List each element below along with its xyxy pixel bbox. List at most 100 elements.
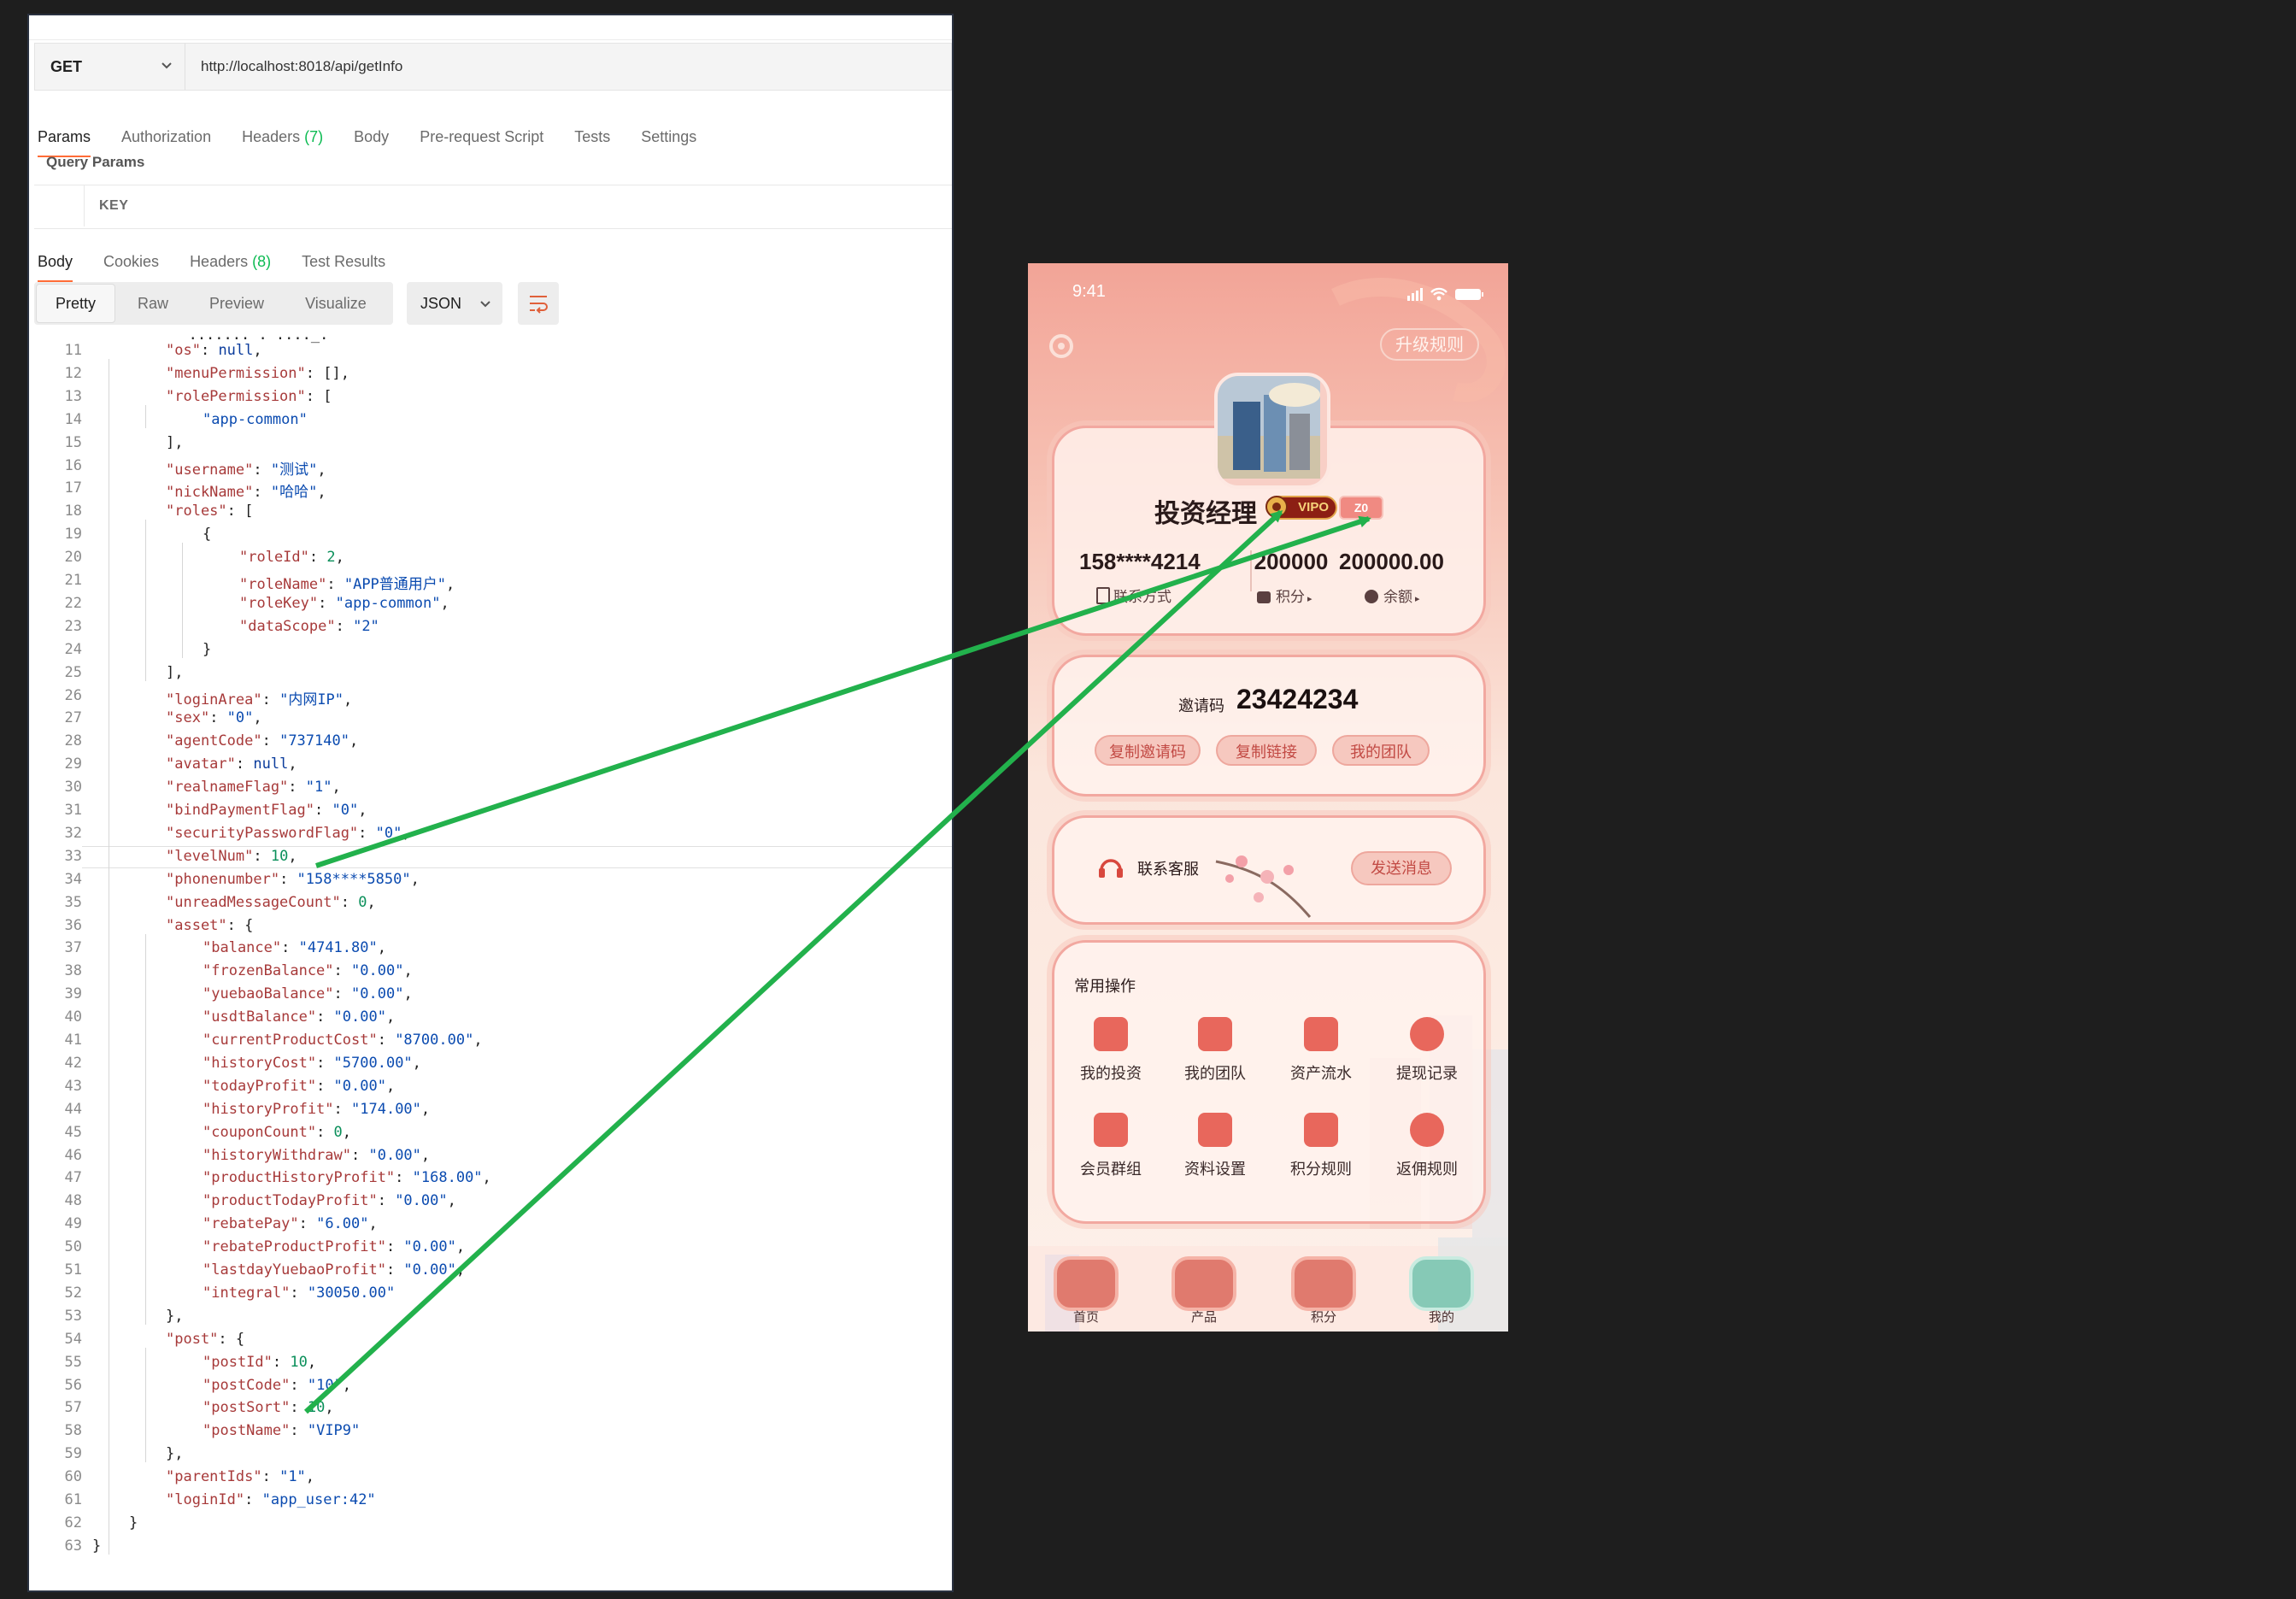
json-punct: : <box>395 1169 413 1187</box>
json-key: "os" <box>166 342 201 359</box>
points-icon[interactable] <box>1291 1256 1356 1311</box>
request-tab-headers[interactable]: Headers (7) <box>226 116 338 157</box>
json-key: "todayProfit" <box>203 1077 317 1095</box>
request-tab-pre-request-script[interactable]: Pre-request Script <box>404 116 559 157</box>
code-line: "agentCode": "737140", <box>166 732 358 750</box>
balance-link[interactable]: 余额 ▸ <box>1365 585 1420 606</box>
request-tab-body[interactable]: Body <box>338 116 404 157</box>
json-value: "0.00" <box>403 1261 456 1279</box>
request-url-bar: GET http://localhost:8018/api/getInfo <box>34 43 952 91</box>
json-key: "securityPasswordFlag" <box>166 824 359 842</box>
json-punct: , <box>332 779 341 797</box>
json-punct: , <box>317 484 326 502</box>
invest-icon <box>1094 1017 1128 1051</box>
op-label[interactable]: 积分规则 <box>1274 1157 1368 1179</box>
request-tab-authorization[interactable]: Authorization <box>106 116 226 157</box>
code-line: "currentProductCost": "8700.00", <box>203 1032 483 1049</box>
json-value: "168.00" <box>412 1169 483 1187</box>
json-value: "APP普通用户" <box>344 576 447 593</box>
json-key: "productTodayProfit" <box>203 1192 378 1210</box>
me-icon[interactable] <box>1409 1256 1474 1311</box>
code-line: "roles": [ <box>166 503 253 520</box>
json-key: "agentCode" <box>166 732 262 750</box>
clipped-line: ....... . ...._. <box>92 326 329 344</box>
view-raw-button[interactable]: Raw <box>117 282 189 325</box>
nav-label[interactable]: 我的 <box>1409 1308 1474 1326</box>
tab-label: Params <box>38 128 91 145</box>
code-line: { <box>203 526 211 543</box>
op-label[interactable]: 提现记录 <box>1380 1061 1474 1084</box>
view-preview-button[interactable]: Preview <box>189 282 285 325</box>
request-tab-params[interactable]: Params <box>29 116 106 157</box>
contact-link[interactable]: 联系方式 <box>1096 585 1171 606</box>
rebate-rules-icon <box>1410 1113 1444 1147</box>
points-link[interactable]: 积分 ▸ <box>1257 585 1312 606</box>
code-line: "postName": "VIP9" <box>203 1422 360 1439</box>
json-key: "lastdayYuebaoProfit" <box>203 1261 386 1279</box>
code-line: "asset": { <box>166 917 253 934</box>
json-value: "0.00" <box>351 962 404 980</box>
line-number: 47 <box>64 1169 82 1187</box>
json-punct: , <box>342 1123 352 1141</box>
view-pretty-button[interactable]: Pretty <box>36 284 116 323</box>
points-label: 积分 <box>1276 589 1305 605</box>
response-tab-headers[interactable]: Headers (8) <box>174 241 286 282</box>
code-line: "rebateProductProfit": "0.00", <box>203 1238 465 1255</box>
code-line: "unreadMessageCount": 0, <box>166 894 376 911</box>
line-number: 39 <box>64 985 82 1003</box>
json-punct: }, <box>166 1445 184 1463</box>
op-label[interactable]: 资料设置 <box>1168 1157 1262 1179</box>
settings-icon[interactable] <box>1047 332 1076 361</box>
wrap-lines-button[interactable] <box>518 282 559 325</box>
json-punct: : <box>290 1376 308 1394</box>
view-visualize-button[interactable]: Visualize <box>285 282 387 325</box>
upgrade-rules-button[interactable]: 升级规则 <box>1380 328 1479 361</box>
copy-link-button[interactable]: 复制链接 <box>1216 735 1317 766</box>
code-line: "nickName": "哈哈", <box>166 479 326 501</box>
json-punct: , <box>288 755 297 773</box>
request-tab-tests[interactable]: Tests <box>559 116 625 157</box>
op-label[interactable]: 返佣规则 <box>1380 1157 1474 1179</box>
code-line: ], <box>166 664 183 681</box>
headset-icon <box>1099 859 1123 878</box>
product-icon[interactable] <box>1171 1256 1236 1311</box>
code-line: "app-common" <box>203 411 308 428</box>
json-key: "balance" <box>203 939 282 957</box>
nav-label[interactable]: 产品 <box>1171 1308 1236 1326</box>
response-tab-test-results[interactable]: Test Results <box>286 241 401 282</box>
request-tab-settings[interactable]: Settings <box>625 116 712 157</box>
json-punct: , <box>473 1032 483 1049</box>
copy-invite-code-button[interactable]: 复制邀请码 <box>1095 735 1201 766</box>
level-badge: Z0 <box>1339 496 1383 520</box>
my-team-button[interactable]: 我的团队 <box>1332 735 1430 766</box>
response-tab-cookies[interactable]: Cookies <box>88 241 174 282</box>
op-label[interactable]: 会员群组 <box>1064 1157 1158 1179</box>
json-key: "loginArea" <box>166 691 262 708</box>
json-punct: : <box>316 1077 334 1095</box>
nav-label[interactable]: 积分 <box>1291 1308 1356 1326</box>
format-label: JSON <box>420 295 462 312</box>
line-number: 40 <box>64 1008 82 1026</box>
format-select[interactable]: JSON <box>407 282 502 325</box>
send-message-button[interactable]: 发送消息 <box>1351 851 1452 885</box>
code-line: "roleId": 2, <box>239 549 344 566</box>
url-input[interactable]: http://localhost:8018/api/getInfo <box>201 44 402 90</box>
op-label[interactable]: 我的团队 <box>1168 1061 1262 1084</box>
json-key: "loginId" <box>166 1491 245 1508</box>
op-label[interactable]: 我的投资 <box>1064 1061 1158 1084</box>
json-punct: : <box>290 1422 308 1440</box>
json-key: "roleName" <box>239 576 327 593</box>
home-icon[interactable] <box>1054 1256 1119 1311</box>
json-punct: : <box>290 1399 308 1417</box>
response-tab-body[interactable]: Body <box>29 241 88 282</box>
json-key: "rebateProductProfit" <box>203 1238 386 1256</box>
ops-title: 常用操作 <box>1074 978 1136 995</box>
code-line: "dataScope": "2" <box>239 618 379 635</box>
line-number: 17 <box>64 479 82 497</box>
json-punct: , <box>307 1353 317 1371</box>
nav-label[interactable]: 首页 <box>1054 1308 1119 1326</box>
phone-icon <box>1096 587 1110 604</box>
method-select[interactable]: GET <box>35 44 185 90</box>
op-label[interactable]: 资产流水 <box>1274 1061 1368 1084</box>
json-punct: : <box>333 985 352 1003</box>
